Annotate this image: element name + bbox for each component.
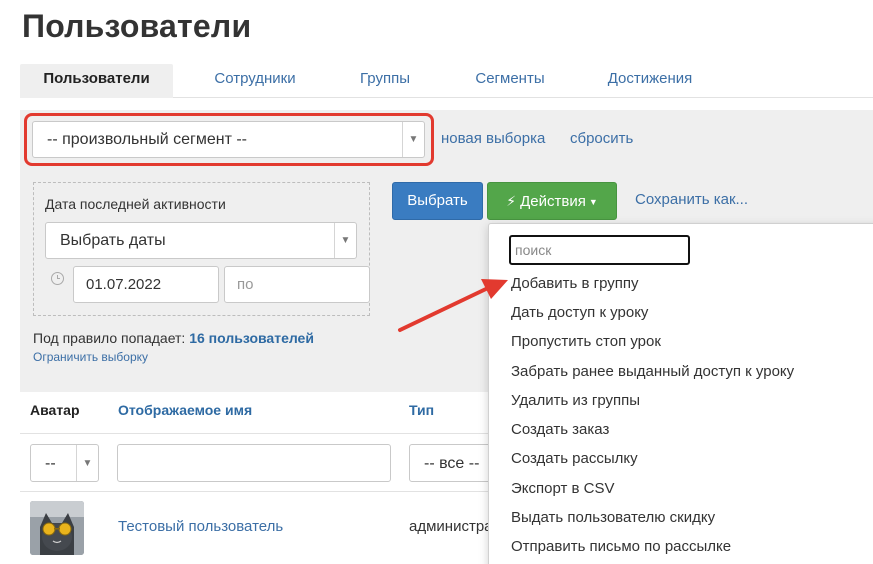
annotation-arrow-icon [398,279,508,332]
